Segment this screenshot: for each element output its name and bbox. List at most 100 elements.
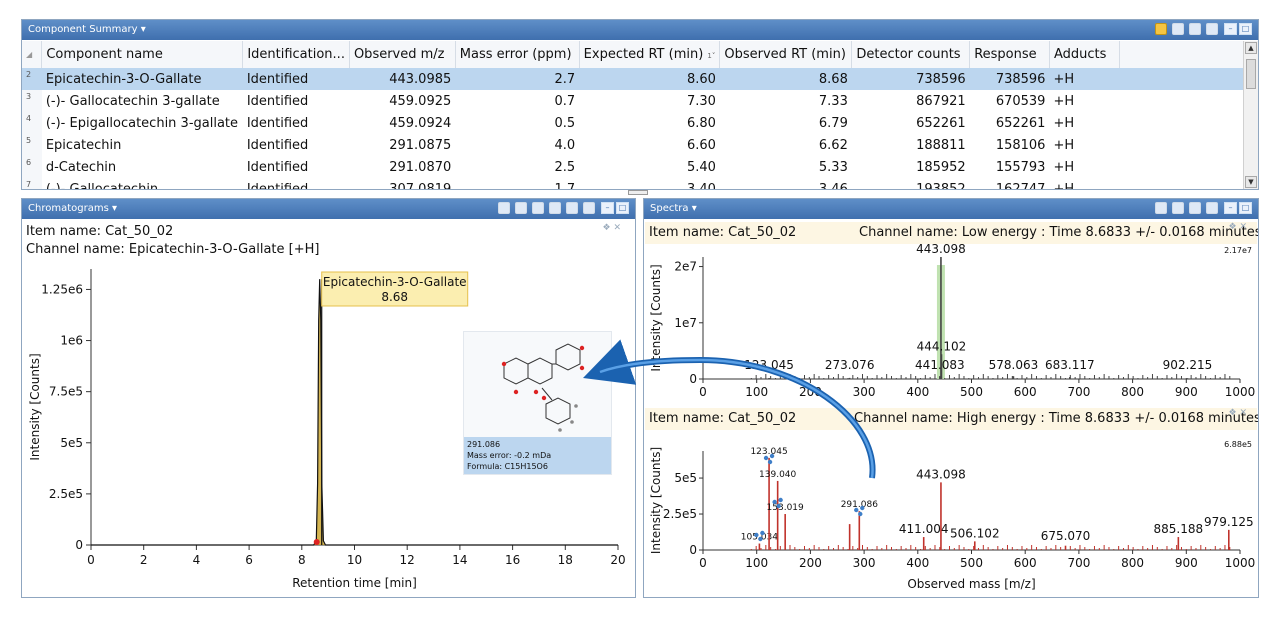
structure-formula: Formula: C15H15O6 — [467, 462, 548, 471]
spec-xtick-label: 700 — [1067, 556, 1090, 570]
col-observed-rt[interactable]: Observed RT (min) — [719, 41, 853, 68]
filter-icon[interactable] — [1172, 23, 1184, 35]
chrom-ytick-label: 5e5 — [60, 436, 83, 450]
fragment-icon — [860, 505, 865, 511]
spec-scale-label: 6.88e5 — [1224, 440, 1252, 449]
table-icon[interactable] — [1172, 202, 1184, 214]
spec-xtick-label: 100 — [745, 385, 768, 399]
cell-response: 738596 — [969, 68, 1050, 90]
table-row[interactable]: 2 Epicatechin-3-O-Gallate Identified 443.09… — [22, 68, 1258, 90]
table-row[interactable]: 6 d-Catechin Identified 291.0870 2.5 5.40 5.33… — [22, 156, 1258, 178]
table-icon[interactable] — [549, 202, 561, 214]
cell-identification: Identified — [246, 93, 309, 109]
spec-peak-label: 443.098 — [916, 242, 966, 256]
structure-mz: 291.086 — [467, 440, 501, 449]
cell-observed-mz: 291.0870 — [389, 159, 452, 175]
chromatograms-title[interactable]: Chromatograms ▾ — [28, 203, 117, 214]
move-icon[interactable] — [583, 202, 595, 214]
cell-identification: Identified — [242, 68, 350, 90]
move-icon[interactable] — [1206, 202, 1218, 214]
fragment-icon — [772, 499, 777, 505]
cell-observed-rt: 5.33 — [818, 159, 848, 175]
chrom-xtick-label: 4 — [193, 553, 201, 567]
cell-component-name: (-)- Gallocatechin 3-gallate — [45, 93, 220, 109]
corner-cell[interactable]: ◢ — [22, 41, 43, 68]
col-response[interactable]: Response — [969, 41, 1050, 68]
table-row[interactable]: 5 Epicatechin Identified 291.0875 4.0 6.60 6.6… — [22, 134, 1258, 156]
col-component-name[interactable]: Component name — [41, 41, 244, 68]
component-summary-title[interactable]: Component Summary ▾ — [28, 24, 146, 35]
zoom-icon[interactable] — [1155, 202, 1167, 214]
col-mass-error[interactable]: Mass error (ppm) — [455, 41, 580, 68]
col-expected-rt[interactable]: Expected RT (min) 1˅ — [579, 41, 721, 68]
spectra-title[interactable]: Spectra ▾ — [650, 203, 697, 214]
info-icon[interactable] — [1155, 23, 1167, 35]
spectra-plot[interactable]: 01e72e70 100 200 300 400 500 600 700 800 900 1000I… — [644, 219, 1258, 597]
layers-icon[interactable] — [1189, 202, 1201, 214]
cell-response: 162747 — [995, 181, 1046, 190]
cell-observed-rt: 3.46 — [818, 181, 848, 190]
col-identification[interactable]: Identification... — [242, 41, 350, 68]
splitter-grip[interactable] — [628, 190, 648, 195]
maximize-icon[interactable]: □ — [1239, 23, 1252, 35]
cell-observed-mz: 291.0875 — [389, 137, 452, 153]
cell-response: 155793 — [995, 159, 1046, 175]
col-detector-counts[interactable]: Detector counts — [851, 41, 971, 68]
minimize-icon[interactable]: – — [1224, 202, 1237, 214]
spec-y-label: Intensity [Counts] — [649, 264, 663, 371]
col-adducts[interactable]: Adducts — [1049, 41, 1120, 68]
scroll-up-icon[interactable]: ▲ — [1245, 42, 1257, 54]
scroll-down-icon[interactable]: ▼ — [1245, 176, 1257, 188]
cell-mass-error: 4.0 — [554, 137, 576, 153]
scroll-thumb[interactable] — [1246, 59, 1256, 89]
chrom-x-label: Retention time [min] — [292, 576, 417, 590]
spec-peak-label: 885.188 — [1154, 522, 1204, 536]
table-row[interactable]: 3 (-)- Gallocatechin 3-gallate Identified 4… — [22, 90, 1258, 112]
cell-filler — [1119, 156, 1257, 178]
export-icon[interactable] — [1206, 23, 1218, 35]
row-index: 2 — [22, 68, 42, 90]
cell-adducts: +H — [1053, 181, 1075, 190]
cell-mass-error: 0.7 — [554, 93, 576, 109]
row-index: 5 — [22, 134, 42, 156]
spec-peak-label: 153.019 — [767, 503, 804, 513]
chrom-ytick-label: 1.25e6 — [41, 282, 83, 296]
cell-response: 158106 — [995, 137, 1046, 153]
peak-annotation-name: Epicatechin-3-O-Gallate — [323, 275, 467, 289]
chrom-xtick-label: 12 — [400, 553, 415, 567]
grid-icon[interactable] — [1189, 23, 1201, 35]
row-index: 6 — [22, 156, 42, 178]
minimize-icon[interactable]: – — [1224, 23, 1237, 35]
spec-xtick-label: 400 — [906, 385, 929, 399]
spec-y-label: Intensity [Counts] — [649, 447, 663, 554]
spec-ytick-label: 2.5e5 — [663, 507, 697, 521]
chrom-xtick-label: 6 — [245, 553, 253, 567]
layers-icon[interactable] — [566, 202, 578, 214]
spec-peak-label: 578.063 — [989, 358, 1039, 372]
minimize-icon[interactable]: – — [601, 202, 614, 214]
spec-xtick-label: 300 — [853, 385, 876, 399]
zoom-icon[interactable] — [498, 202, 510, 214]
peak-annotation-rt: 8.68 — [381, 290, 408, 304]
maximize-icon[interactable]: □ — [616, 202, 629, 214]
spectra-panel: Spectra ▾ – □ Item name: Cat_50_02 Chann… — [643, 198, 1259, 598]
chromatograms-header: Chromatograms ▾ – □ — [22, 199, 635, 219]
cell-expected-rt: 6.60 — [686, 137, 716, 153]
chrom-xtick-label: 18 — [558, 553, 573, 567]
maximize-icon[interactable]: □ — [1239, 202, 1252, 214]
spec-xtick-label: 100 — [745, 556, 768, 570]
structure-info: 291.086 Mass error: -0.2 mDa Formula: C1… — [464, 437, 611, 474]
row-index: 4 — [22, 112, 42, 134]
link-icon[interactable] — [515, 202, 527, 214]
table-scrollbar[interactable]: ▲ ▼ — [1243, 41, 1258, 189]
chrom-xtick-label: 10 — [347, 553, 362, 567]
refresh-icon[interactable] — [532, 202, 544, 214]
spec-xtick-label: 1000 — [1225, 556, 1256, 570]
table-row[interactable]: 4 (-)- Epigallocatechin 3-gallate Identifi… — [22, 112, 1258, 134]
col-observed-mz[interactable]: Observed m/z — [349, 41, 456, 68]
spec-ytick-label: 2e7 — [674, 260, 697, 274]
fragment-icon — [767, 459, 773, 465]
table-row[interactable]: 7 (-)- Gallocatechin Identified 307.0819 1.7… — [22, 178, 1258, 190]
spec-xtick-label: 900 — [1175, 385, 1198, 399]
chrom-ytick-label: 1e6 — [60, 334, 83, 348]
